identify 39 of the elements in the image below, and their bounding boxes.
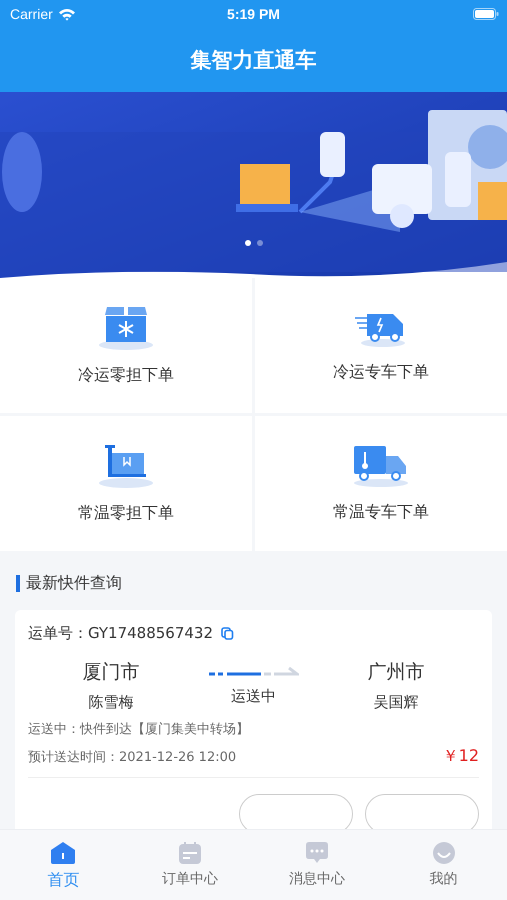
service-label: 常温零担下单: [78, 503, 174, 524]
sender-name: 陈雪梅: [88, 693, 134, 712]
home-icon: [50, 841, 76, 865]
copy-icon[interactable]: [221, 627, 234, 640]
outline-button[interactable]: [365, 794, 479, 830]
chat-icon: [304, 841, 329, 865]
destination-city: 广州市: [368, 660, 424, 685]
wifi-icon: [58, 8, 76, 20]
status-time: 5:19 PM: [227, 6, 280, 22]
tab-item[interactable]: 订单中心: [126, 830, 254, 900]
calendar-icon: [178, 841, 202, 865]
section-title: 最新快件查询: [26, 573, 122, 594]
eta-text: 预计送达时间：2021-12-26 12:00: [28, 748, 236, 766]
recipient-name: 吴国辉: [374, 693, 418, 712]
snowflake-box-icon: [97, 305, 155, 351]
carrier-label: Carrier: [10, 6, 53, 22]
service-tile[interactable]: 冷运零担下单: [0, 278, 252, 413]
truck-icon: [352, 444, 410, 488]
page-dot[interactable]: [256, 240, 262, 246]
tab-item[interactable]: 我的: [380, 830, 507, 900]
service-label: 冷运专车下单: [333, 362, 429, 383]
cart-icon: [97, 443, 155, 489]
price: ￥12: [442, 746, 479, 767]
progress-text: 运送中：快件到达【厦门集美中转场】: [28, 721, 250, 738]
service-tile[interactable]: 冷运专车下单: [255, 278, 507, 413]
service-label: 常温专车下单: [333, 502, 429, 523]
outline-button[interactable]: [239, 794, 353, 830]
shipment-card[interactable]: 运单号：GY17488567432 厦门市 陈雪梅 运送中 广州市 吴国辉 运送中：快件到达【厦门集美中转场】 预计送达时间：2021-12-26 12:00 ￥12: [15, 610, 492, 830]
page-title: 集智力直通车: [190, 47, 316, 74]
tab-item[interactable]: 消息中心: [254, 830, 380, 900]
smile-icon: [432, 841, 456, 865]
progress-arrow-icon: [208, 665, 298, 677]
origin-city: 厦门市: [82, 660, 140, 685]
service-tile[interactable]: 常温零担下单: [0, 416, 252, 551]
battery-icon: [473, 8, 499, 20]
waybill-number: 运单号：GY17488567432: [28, 624, 214, 643]
service-tile[interactable]: 常温专车下单: [255, 416, 507, 551]
service-label: 冷运零担下单: [78, 365, 174, 386]
shipment-status: 运送中: [231, 687, 276, 706]
